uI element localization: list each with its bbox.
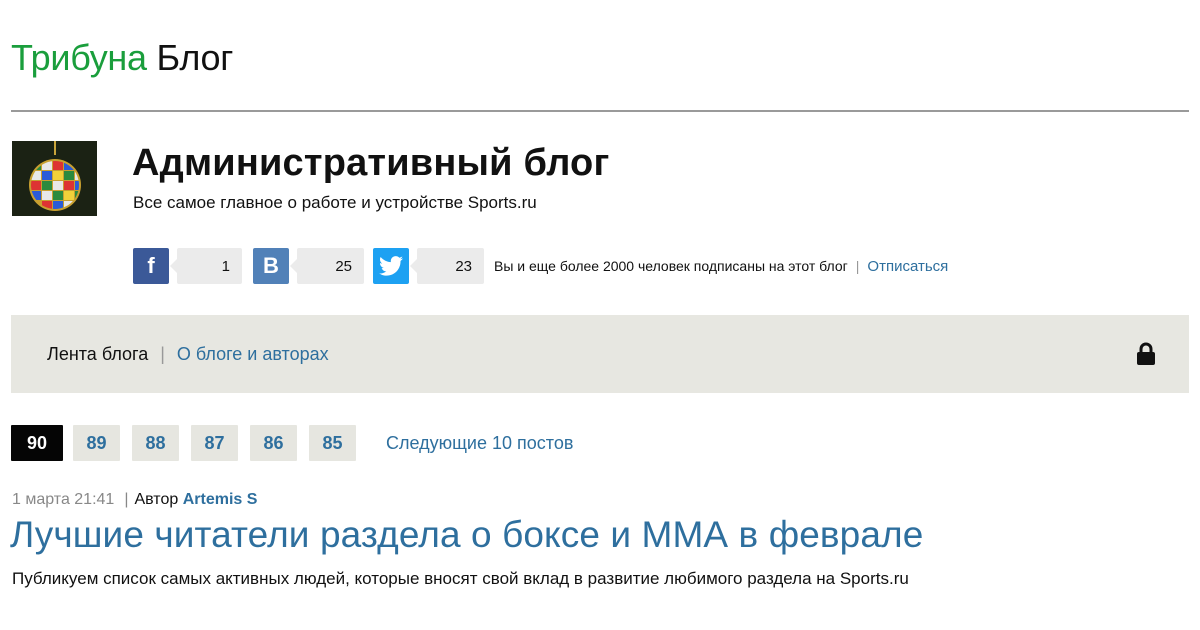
vk-share-button[interactable]: B [253,248,289,284]
post-meta: 1 марта 21:41 | Автор Artemis S [12,490,257,510]
brand-tribuna: Трибуна [11,37,147,78]
blog-nav: Лента блога | О блоге и авторах [11,315,1189,393]
blog-avatar[interactable] [12,141,97,216]
facebook-share-count: 1 [170,248,242,284]
site-logo[interactable]: Трибуна Блог [11,36,233,80]
lock-icon[interactable] [1135,342,1157,366]
share-bar: f 1 B 25 23 Вы и еще более 2000 человек … [133,248,948,284]
page-86[interactable]: 86 [250,425,297,461]
page-88[interactable]: 88 [132,425,179,461]
meta-separator: | [124,491,129,508]
post-title[interactable]: Лучшие читатели раздела о боксе и ММА в … [10,512,923,558]
page-89[interactable]: 89 [73,425,120,461]
brand-blog: Блог [156,37,234,78]
separator: | [855,258,860,274]
twitter-icon [379,256,403,276]
twitter-share-button[interactable] [373,248,409,284]
disco-ball-image [12,141,97,216]
page-85[interactable]: 85 [309,425,356,461]
header-divider [11,110,1189,112]
nav-separator: | [160,344,165,364]
author-link[interactable]: Artemis S [183,491,258,508]
nav-about[interactable]: О блоге и авторах [177,343,329,365]
nav-feed[interactable]: Лента блога [47,343,148,365]
pagination: 90 89 88 87 86 85 Следующие 10 постов [11,425,573,461]
unsubscribe-link[interactable]: Отписаться [867,258,948,275]
author-prefix: Автор [134,491,179,508]
next-posts-link[interactable]: Следующие 10 постов [386,433,573,454]
blog-title: Административный блог [132,142,610,184]
post-excerpt: Публикуем список самых активных людей, к… [12,569,909,588]
subscribers-text: Вы и еще более 2000 человек подписаны на… [494,258,848,274]
vk-icon: B [263,253,279,278]
blog-subtitle: Все самое главное о работе и устройстве … [133,193,537,212]
vk-share-count: 25 [290,248,364,284]
page-87[interactable]: 87 [191,425,238,461]
facebook-icon: f [147,253,155,278]
page-90[interactable]: 90 [11,425,63,461]
twitter-share-count: 23 [410,248,484,284]
facebook-share-button[interactable]: f [133,248,169,284]
post-date: 1 марта 21:41 [12,491,115,508]
